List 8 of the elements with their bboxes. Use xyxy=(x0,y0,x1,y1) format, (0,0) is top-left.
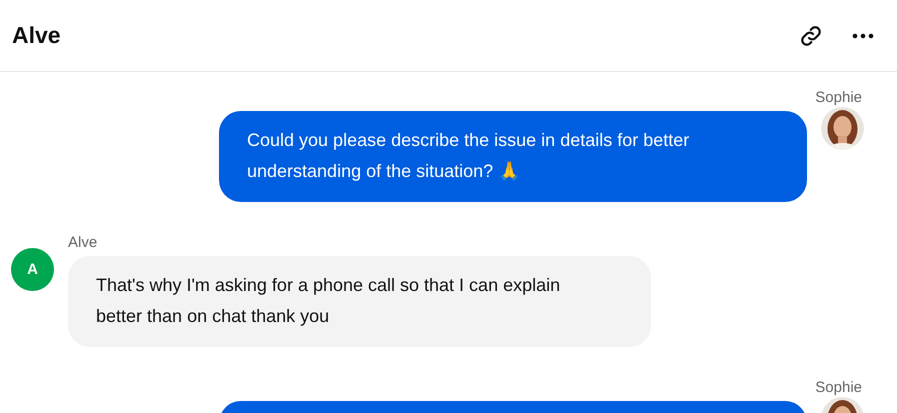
sender-name: Sophie xyxy=(815,89,862,106)
chat-title: Alve xyxy=(12,22,62,49)
avatar: A xyxy=(11,248,54,291)
sender-name: Alve xyxy=(68,234,98,251)
sender-name: Sophie xyxy=(815,379,862,396)
message-bubble: Could you please describe the issue in details for better understanding of the situation? 🙏 xyxy=(219,111,807,202)
message-bubble: That's why I'm asking for a phone call so that I can explain better than on chat thank you xyxy=(68,256,651,347)
link-icon[interactable] xyxy=(799,24,823,48)
